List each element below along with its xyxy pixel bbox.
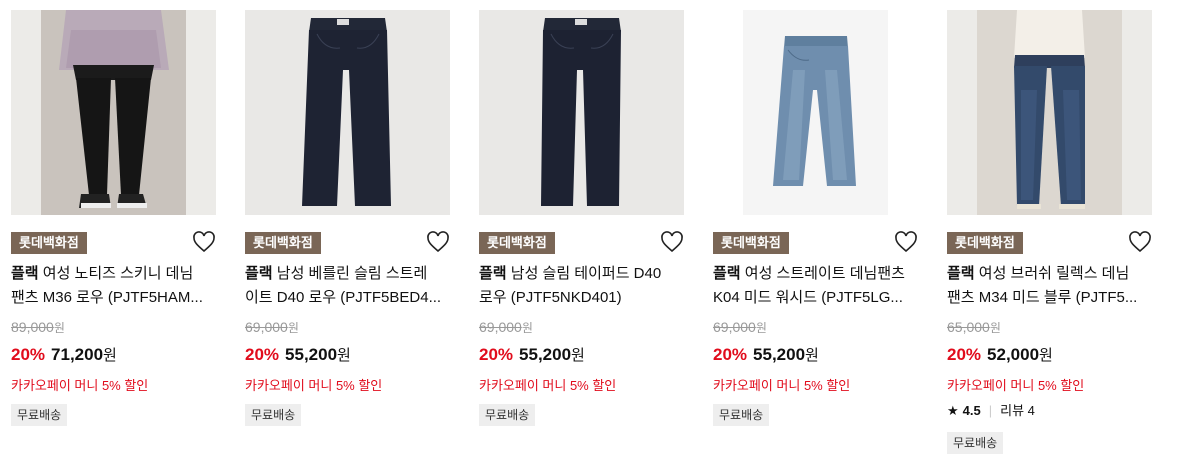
dark-indigo-jeans-image: [245, 10, 450, 215]
currency-unit: 원: [521, 321, 533, 335]
currency-unit: 원: [287, 321, 299, 335]
promo-text: 카카오페이 머니 5% 할인: [947, 378, 1085, 393]
title-line-2: 팬츠 M36 로우 (PJTF5HAM...: [11, 289, 203, 306]
star-icon: ★: [947, 403, 959, 418]
title-line-1: 여성 노티즈 스키니 데님: [38, 265, 194, 282]
original-price: 69,000원: [479, 319, 533, 336]
product-title[interactable]: 플랙 여성 노티즈 스키니 데님 팬츠 M36 로우 (PJTF5HAM...: [11, 262, 216, 310]
original-price-value: 69,000: [245, 319, 288, 335]
title-line-2: 로우 (PJTF5NKD401): [479, 289, 622, 306]
sale-price: 20% 55,200원: [713, 344, 819, 365]
currency-unit: 원: [805, 347, 819, 364]
promo-text: 카카오페이 머니 5% 할인: [245, 378, 383, 393]
heart-outline-icon[interactable]: [426, 230, 450, 254]
title-line-2: 이트 D40 로우 (PJTF5BED4...: [245, 289, 442, 306]
original-price: 89,000원: [11, 319, 65, 336]
shipping-badge: 무료배송: [947, 432, 1004, 454]
product-title[interactable]: 플랙 남성 슬림 테이퍼드 D40 로우 (PJTF5NKD401): [479, 262, 684, 310]
woman-mid-blue-jeans-image: [947, 10, 1152, 215]
discount-rate: 20%: [479, 345, 514, 364]
brand-name: 플랙: [713, 265, 741, 282]
title-line-1: 남성 슬림 테이퍼드 D40: [506, 265, 662, 282]
title-line-2: 팬츠 M34 미드 블루 (PJTF5...: [947, 289, 1138, 306]
brand-name: 플랙: [947, 265, 975, 282]
shipping-badge: 무료배송: [245, 404, 302, 426]
sale-price-value: 52,000: [987, 345, 1040, 364]
discount-rate: 20%: [245, 345, 280, 364]
discount-rate: 20%: [713, 345, 748, 364]
store-badge: 롯데백화점: [713, 232, 789, 254]
woman-black-skinny-jeans-image: [11, 10, 216, 215]
sale-price: 20% 55,200원: [479, 344, 585, 365]
review-count: 리뷰 4: [1000, 403, 1035, 418]
sale-price-value: 71,200: [51, 345, 104, 364]
currency-unit: 원: [1039, 347, 1053, 364]
product-grid: 롯데백화점 플랙 여성 노티즈 스키니 데님 팬츠 M36 로우 (PJTF5H…: [0, 0, 1177, 455]
brand-name: 플랙: [11, 265, 39, 282]
original-price: 65,000원: [947, 319, 1001, 336]
currency-unit: 원: [571, 347, 585, 364]
rating-row[interactable]: ★ 4.5 | 리뷰 4: [947, 400, 1035, 419]
shipping-badge: 무료배송: [479, 404, 536, 426]
sale-price: 20% 55,200원: [245, 344, 351, 365]
store-badge: 롯데백화점: [245, 232, 321, 254]
divider: |: [988, 403, 993, 418]
sale-price-value: 55,200: [285, 345, 338, 364]
sale-price-value: 55,200: [753, 345, 806, 364]
product-image[interactable]: [479, 10, 684, 215]
original-price-value: 65,000: [947, 319, 990, 335]
original-price-value: 69,000: [713, 319, 756, 335]
promo-text: 카카오페이 머니 5% 할인: [479, 378, 617, 393]
original-price-value: 89,000: [11, 319, 54, 335]
rating-score: 4.5: [962, 403, 981, 418]
heart-outline-icon[interactable]: [660, 230, 684, 254]
shipping-badge: 무료배송: [713, 404, 770, 426]
product-image[interactable]: [713, 10, 918, 215]
store-badge: 롯데백화점: [947, 232, 1023, 254]
currency-unit: 원: [337, 347, 351, 364]
product-title[interactable]: 플랙 남성 베를린 슬림 스트레 이트 D40 로우 (PJTF5BED4...: [245, 262, 450, 310]
promo-text: 카카오페이 머니 5% 할인: [713, 378, 851, 393]
product-title[interactable]: 플랙 여성 스트레이트 데님팬츠 K04 미드 워시드 (PJTF5LG...: [713, 262, 918, 310]
currency-unit: 원: [103, 347, 117, 364]
store-badge: 롯데백화점: [11, 232, 87, 254]
product-image[interactable]: [947, 10, 1152, 215]
sale-price-value: 55,200: [519, 345, 572, 364]
discount-rate: 20%: [11, 345, 46, 364]
title-line-1: 여성 스트레이트 데님팬츠: [740, 265, 905, 282]
title-line-1: 여성 브러쉬 릴렉스 데님: [974, 265, 1130, 282]
currency-unit: 원: [53, 321, 65, 335]
discount-rate: 20%: [947, 345, 982, 364]
brand-name: 플랙: [479, 265, 507, 282]
product-title[interactable]: 플랙 여성 브러쉬 릴렉스 데님 팬츠 M34 미드 블루 (PJTF5...: [947, 262, 1152, 310]
dark-indigo-jeans-image: [479, 10, 684, 215]
heart-outline-icon[interactable]: [192, 230, 216, 254]
currency-unit: 원: [989, 321, 1001, 335]
shipping-badge: 무료배송: [11, 404, 68, 426]
brand-name: 플랙: [245, 265, 273, 282]
original-price-value: 69,000: [479, 319, 522, 335]
store-badge: 롯데백화점: [479, 232, 555, 254]
promo-text: 카카오페이 머니 5% 할인: [11, 378, 149, 393]
title-line-1: 남성 베를린 슬림 스트레: [272, 265, 428, 282]
light-wash-jeans-image: [713, 10, 918, 215]
heart-outline-icon[interactable]: [1128, 230, 1152, 254]
sale-price: 20% 52,000원: [947, 344, 1053, 365]
product-image[interactable]: [11, 10, 216, 215]
sale-price: 20% 71,200원: [11, 344, 117, 365]
title-line-2: K04 미드 워시드 (PJTF5LG...: [713, 289, 903, 306]
original-price: 69,000원: [713, 319, 767, 336]
original-price: 69,000원: [245, 319, 299, 336]
heart-outline-icon[interactable]: [894, 230, 918, 254]
product-image[interactable]: [245, 10, 450, 215]
currency-unit: 원: [755, 321, 767, 335]
